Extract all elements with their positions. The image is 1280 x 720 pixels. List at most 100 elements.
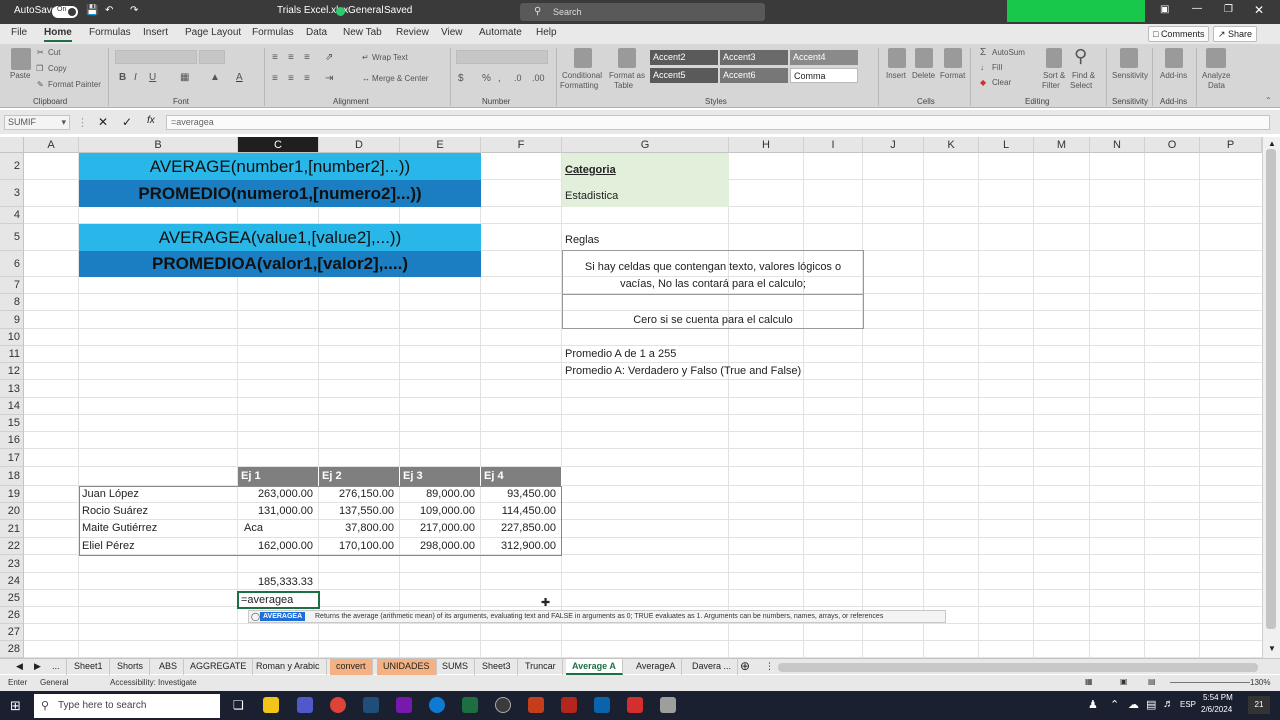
style-accent4[interactable]: Accent4	[790, 50, 858, 65]
find-select-label-1[interactable]: Find &	[1072, 71, 1095, 80]
column-header-i[interactable]: I	[804, 137, 863, 153]
teams-icon[interactable]	[297, 697, 313, 713]
row-header-6[interactable]: 6	[0, 251, 24, 277]
word-icon[interactable]	[363, 697, 379, 713]
close-icon[interactable]: ✕	[1254, 3, 1264, 17]
ribbon-display-icon[interactable]: ▣	[1160, 4, 1169, 15]
style-accent2[interactable]: Accent2	[650, 50, 718, 65]
table-cell[interactable]: 109,000.00	[400, 505, 475, 517]
clear-label[interactable]: Clear	[992, 78, 1011, 87]
column-header-k[interactable]: K	[924, 137, 979, 153]
select-all-corner[interactable]	[0, 137, 24, 153]
sheet-tab-averagea[interactable]: AverageA	[630, 659, 683, 675]
row-header-24[interactable]: 24	[0, 573, 24, 590]
font-name-select[interactable]	[115, 50, 197, 64]
column-header-o[interactable]: O	[1145, 137, 1200, 153]
column-header-f[interactable]: F	[481, 137, 562, 153]
format-as-table-icon[interactable]	[618, 48, 636, 68]
table-cell[interactable]: 137,550.00	[319, 505, 394, 517]
font-size-select[interactable]	[199, 50, 225, 64]
chrome-icon[interactable]	[330, 697, 346, 713]
sort-filter-label-2[interactable]: Filter	[1042, 81, 1060, 90]
task-view-icon[interactable]: ❏	[233, 698, 244, 712]
name-box[interactable]: SUMIF ▾	[4, 115, 70, 130]
row-header-27[interactable]: 27	[0, 624, 24, 641]
clock-time[interactable]: 5:54 PM	[1203, 693, 1233, 702]
row-header-11[interactable]: 11	[0, 346, 24, 363]
sheet-tab-average-a[interactable]: Average A	[566, 659, 623, 675]
zoom-level[interactable]: 130%	[1250, 678, 1270, 687]
style-accent3[interactable]: Accent3	[720, 50, 788, 65]
column-header-a[interactable]: A	[24, 137, 79, 153]
fill-icon[interactable]: ↓	[980, 63, 984, 72]
table-row-name[interactable]: Juan López	[82, 488, 139, 500]
tab-bar-divider-icon[interactable]: ⋮	[765, 661, 774, 672]
column-header-d[interactable]: D	[319, 137, 400, 153]
column-header-m[interactable]: M	[1034, 137, 1090, 153]
decrease-decimal-icon[interactable]: .00	[532, 73, 545, 83]
volume-icon[interactable]: ♬	[1163, 698, 1174, 710]
sheet-tab-more-left[interactable]: ...	[46, 659, 67, 675]
onenote-icon[interactable]	[396, 697, 412, 713]
column-header-g[interactable]: G	[562, 137, 729, 153]
style-accent6[interactable]: Accent6	[720, 68, 788, 83]
cancel-entry-icon[interactable]: ✕	[98, 115, 108, 129]
sensitivity-label[interactable]: General	[348, 5, 384, 16]
table-row-name[interactable]: Rocio Suárez	[82, 505, 148, 517]
delete-cells-icon[interactable]	[915, 48, 933, 68]
acrobat-icon[interactable]	[627, 697, 643, 713]
saved-status[interactable]: Saved	[384, 5, 412, 16]
language-indicator[interactable]: ESP	[1180, 700, 1196, 709]
comma-icon[interactable]: ,	[498, 73, 501, 84]
wrap-text-label[interactable]: Wrap Text	[372, 53, 408, 62]
find-select-icon[interactable]: ⚲	[1074, 46, 1087, 67]
style-comma[interactable]: Comma	[790, 68, 858, 83]
cut-icon[interactable]: ✂	[37, 48, 44, 57]
sheet-tab-sheet1[interactable]: Sheet1	[68, 659, 110, 675]
fill-label[interactable]: Fill	[992, 63, 1002, 72]
file-explorer-icon[interactable]	[263, 697, 279, 713]
conditional-formatting-label-2[interactable]: Formatting	[560, 81, 598, 90]
font-color-icon[interactable]: A	[236, 72, 243, 83]
sheet-tab-davera[interactable]: Davera ...	[686, 659, 739, 675]
tab-page-layout[interactable]: Page Layout	[185, 27, 241, 38]
autosum-label[interactable]: AutoSum	[992, 48, 1025, 57]
table-cell[interactable]: 276,150.00	[319, 488, 394, 500]
share-button[interactable]: ↗ Share	[1213, 26, 1258, 42]
tab-formulas[interactable]: Formulas	[89, 27, 131, 38]
row-header-9[interactable]: 9	[0, 311, 24, 329]
column-header-b[interactable]: B	[79, 137, 238, 153]
save-icon[interactable]: 💾	[86, 5, 98, 16]
notifications-button[interactable]: 21	[1248, 696, 1270, 714]
number-format-select[interactable]	[456, 50, 548, 64]
normal-view-icon[interactable]: ▦	[1085, 677, 1093, 686]
page-layout-view-icon[interactable]: ▣	[1120, 677, 1128, 686]
row-header-3[interactable]: 3	[0, 180, 24, 207]
sheet-tab-shorts[interactable]: Shorts	[111, 659, 151, 675]
analyze-data-label-1[interactable]: Analyze	[1202, 71, 1230, 80]
minimize-icon[interactable]: —	[1192, 3, 1202, 14]
nx-app-icon[interactable]	[561, 697, 577, 713]
row-header-21[interactable]: 21	[0, 520, 24, 538]
people-icon[interactable]: ♟	[1088, 698, 1098, 711]
sheet-tab-roman-arabic[interactable]: Roman y Arabic	[250, 659, 327, 675]
accessibility-status[interactable]: Accessibility: Investigate	[110, 678, 197, 687]
collapse-ribbon-icon[interactable]: ⌃	[1265, 96, 1272, 105]
table-cell[interactable]: 227,850.00	[481, 522, 556, 534]
tab-insert[interactable]: Insert	[143, 27, 168, 38]
merge-center-label[interactable]: Merge & Center	[372, 74, 428, 83]
table-cell[interactable]: Aca	[244, 522, 263, 534]
row-header-10[interactable]: 10	[0, 329, 24, 346]
row-header-16[interactable]: 16	[0, 432, 24, 449]
restore-icon[interactable]: ❐	[1224, 4, 1233, 15]
scroll-down-icon[interactable]: ▼	[1268, 644, 1276, 653]
table-cell[interactable]: 37,800.00	[319, 522, 394, 534]
search-box[interactable]: ⚲ Search	[520, 3, 765, 21]
tab-file[interactable]: File	[11, 27, 27, 38]
row-header-7[interactable]: 7	[0, 277, 24, 294]
sheet-tab-aggregate[interactable]: AGGREGATE	[184, 659, 254, 675]
spreadsheet-grid[interactable]: ABCDEFGHIJKLMNOP 2 3 4 5 6 7 8 9 10 11 12 13 14 15 16 1…	[0, 137, 1262, 658]
sheet-tab-sheet3[interactable]: Sheet3	[476, 659, 518, 675]
addins-icon[interactable]	[1165, 48, 1183, 68]
network-icon[interactable]: ▤	[1146, 698, 1156, 711]
